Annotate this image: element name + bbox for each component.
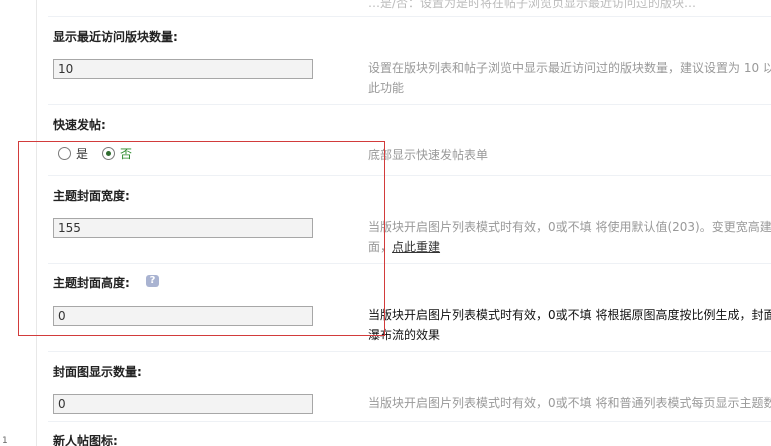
- row-divider: [48, 16, 771, 17]
- quick-post-title: 快速发帖:: [53, 118, 106, 132]
- forum-settings-page: 1 …是/否：设置为是时将在帖子浏览页显示最近访问过的版块… 显示最近访问版块数…: [0, 0, 771, 446]
- row-divider: [48, 421, 771, 422]
- cover-width-tip-line2: 面，点此重建: [368, 238, 440, 257]
- row-divider: [48, 351, 771, 352]
- cover-height-input[interactable]: [53, 306, 313, 326]
- cover-count-tip-line1: 当版块开启图片列表模式时有效，0或不填 将和普通列表模式每页显示主题数: [368, 396, 771, 410]
- row-divider: [48, 104, 771, 105]
- cover-count-input[interactable]: [53, 394, 313, 414]
- quick-post-no-label[interactable]: 否: [120, 145, 132, 162]
- cover-width-title: 主题封面宽度:: [53, 189, 130, 203]
- cover-height-tip-line1: 当版块开启图片列表模式时有效，0或不填 将根据原图高度按比例生成，封面: [368, 308, 771, 322]
- quick-post-yes-radio[interactable]: [58, 147, 71, 160]
- gutter-divider: [36, 0, 37, 446]
- row-divider: [48, 175, 771, 176]
- quick-post-no-radio[interactable]: [102, 147, 116, 160]
- row-divider: [48, 263, 771, 264]
- quick-post-radio-group: 是 否: [58, 145, 146, 162]
- quick-post-yes-label[interactable]: 是: [76, 145, 88, 162]
- cover-width-tip-prefix: 面，: [368, 240, 393, 254]
- cover-width-input[interactable]: [53, 218, 313, 238]
- cover-height-title: 主题封面高度:: [53, 276, 130, 290]
- left-gutter: [0, 0, 40, 446]
- quick-post-tip: 底部显示快速发帖表单: [368, 148, 489, 162]
- help-icon[interactable]: ?: [146, 275, 159, 287]
- recent-forums-tip-line1: 设置在版块列表和帖子浏览中显示最近访问过的版块数量，建议设置为 10 以: [368, 61, 771, 75]
- previous-setting-tip: …是/否：设置为是时将在帖子浏览页显示最近访问过的版块…: [368, 0, 697, 10]
- recent-forums-title: 显示最近访问版块数量:: [53, 30, 178, 44]
- recent-forums-tip-line2: 此功能: [368, 81, 405, 95]
- cover-height-tip-line2: 瀑布流的效果: [368, 328, 441, 342]
- cover-width-tip-line1: 当版块开启图片列表模式时有效，0或不填 将使用默认值(203)。变更宽高建: [368, 220, 771, 234]
- new-user-icon-title: 新人帖图标:: [53, 434, 118, 446]
- recent-forums-input[interactable]: [53, 59, 313, 79]
- rebuild-link[interactable]: 点此重建: [392, 240, 440, 254]
- cover-count-title: 封面图显示数量:: [53, 365, 142, 379]
- gutter-line-number: 1: [2, 436, 8, 446]
